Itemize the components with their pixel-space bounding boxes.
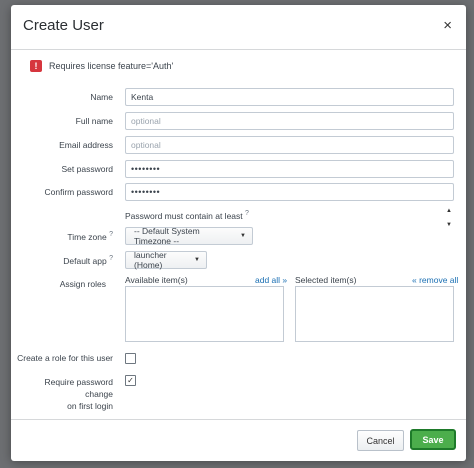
full-name-input[interactable]: optional (125, 112, 454, 130)
assign-roles-label: Assign roles (59, 279, 106, 289)
email-label: Email address (59, 140, 113, 150)
selected-roles-list[interactable] (295, 286, 454, 342)
password-requirements: Password must contain at least ? (125, 210, 249, 221)
scroll-down-icon[interactable]: ▼ (446, 222, 452, 228)
time-zone-label: Time zone ? (31, 231, 113, 242)
set-password-label: Set password (61, 164, 114, 174)
available-roles-list[interactable] (125, 286, 284, 342)
remove-all-link[interactable]: « remove all (412, 275, 458, 285)
confirm-password-input[interactable]: •••••••• (125, 183, 454, 201)
add-all-link[interactable]: add all » (255, 275, 287, 285)
close-icon[interactable]: × (443, 18, 452, 33)
selected-items-label: Selected item(s) (295, 275, 357, 285)
checkmark-icon: ✓ (127, 376, 134, 385)
dialog-header: Create User × (11, 5, 466, 50)
dialog-footer: Cancel Save (11, 419, 466, 461)
time-zone-dropdown[interactable]: -- Default System Timezone -- ▼ (125, 226, 253, 246)
available-items-label: Available item(s) (125, 275, 188, 285)
dialog-title: Create User (23, 17, 104, 34)
default-app-label: Default app ? (31, 255, 113, 266)
help-icon[interactable]: ? (245, 210, 249, 217)
require-password-change-checkbox[interactable]: ✓ (125, 375, 136, 386)
require-password-change-label-line2: on first login (67, 401, 113, 411)
password-note-scrollbar[interactable]: ▲ ▼ (444, 208, 454, 228)
help-icon[interactable]: ? (109, 255, 113, 262)
time-zone-value: -- Default System Timezone -- (134, 226, 200, 246)
help-icon[interactable]: ? (109, 231, 113, 238)
cancel-button[interactable]: Cancel (357, 430, 404, 451)
scroll-up-icon[interactable]: ▲ (446, 208, 452, 214)
caret-down-icon: ▼ (240, 233, 246, 239)
full-name-label: Full name (75, 116, 113, 126)
confirm-password-label: Confirm password (44, 187, 114, 197)
create-role-checkbox[interactable] (125, 353, 136, 364)
license-notice-text: Requires license feature='Auth' (49, 61, 174, 71)
name-label: Name (90, 92, 113, 102)
time-zone-label-text: Time zone (67, 231, 107, 242)
default-app-dropdown[interactable]: launcher (Home) ▼ (125, 250, 207, 270)
create-user-dialog: Create User × ! Requires license feature… (11, 5, 466, 461)
error-icon: ! (30, 60, 42, 72)
save-button[interactable]: Save (410, 429, 456, 450)
default-app-label-text: Default app (63, 255, 107, 266)
password-note-text: Password must contain at least (125, 210, 243, 221)
name-input[interactable]: Kenta (125, 88, 454, 106)
caret-down-icon: ▼ (194, 257, 200, 263)
email-input[interactable]: optional (125, 136, 454, 154)
create-role-label: Create a role for this user (17, 353, 113, 363)
set-password-input[interactable]: •••••••• (125, 160, 454, 178)
license-notice: ! Requires license feature='Auth' (30, 60, 173, 72)
default-app-value: launcher (Home) (134, 250, 167, 270)
require-password-change-label: Require password change on first login (16, 376, 113, 412)
require-password-change-label-line1: Require password change (44, 377, 113, 399)
